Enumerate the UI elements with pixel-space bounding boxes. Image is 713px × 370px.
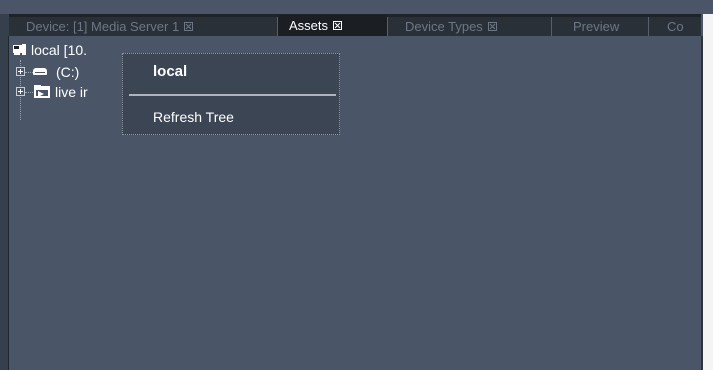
tab-bar: Device: [1] Media Server 1 Assets Device… [9, 14, 701, 36]
tab-device-media-server[interactable]: Device: [1] Media Server 1 [9, 17, 277, 36]
close-icon[interactable] [184, 22, 194, 32]
close-icon[interactable] [333, 21, 343, 31]
context-menu: local Refresh Tree [122, 53, 340, 135]
app-window: Device: [1] Media Server 1 Assets Device… [0, 0, 713, 370]
expand-plus-icon[interactable] [16, 67, 25, 76]
tree-connector [25, 92, 33, 93]
expand-plus-icon[interactable] [16, 87, 25, 96]
tree-node-label: (C:) [56, 64, 80, 80]
tab-label: Device: [1] Media Server 1 [26, 19, 180, 34]
close-icon[interactable] [487, 22, 497, 32]
asset-tree: local [10. (C:) live ir [9, 36, 701, 370]
folder-arrow-icon [34, 85, 50, 98]
tree-node-label: local [10. [31, 42, 88, 58]
context-menu-title: local [153, 63, 188, 80]
tab-label: Assets [289, 18, 329, 33]
menu-item-label: Refresh Tree [153, 109, 234, 125]
frame-top [0, 0, 713, 14]
tab-label: Device Types [405, 19, 483, 34]
tab-preview[interactable]: Preview [552, 17, 648, 36]
drive-icon [33, 65, 47, 77]
computer-icon [13, 44, 27, 56]
tab-label: Preview [573, 19, 620, 34]
tab-device-types[interactable]: Device Types [388, 17, 551, 36]
menu-separator [129, 94, 336, 96]
tree-connector [25, 72, 33, 73]
tab-label: Co [667, 19, 684, 34]
tree-node-label: live ir [55, 84, 88, 100]
tab-overflow[interactable]: Co [649, 17, 701, 36]
menu-item-refresh-tree[interactable]: Refresh Tree [125, 104, 337, 130]
right-edge [703, 14, 713, 370]
tab-assets[interactable]: Assets [278, 15, 387, 36]
